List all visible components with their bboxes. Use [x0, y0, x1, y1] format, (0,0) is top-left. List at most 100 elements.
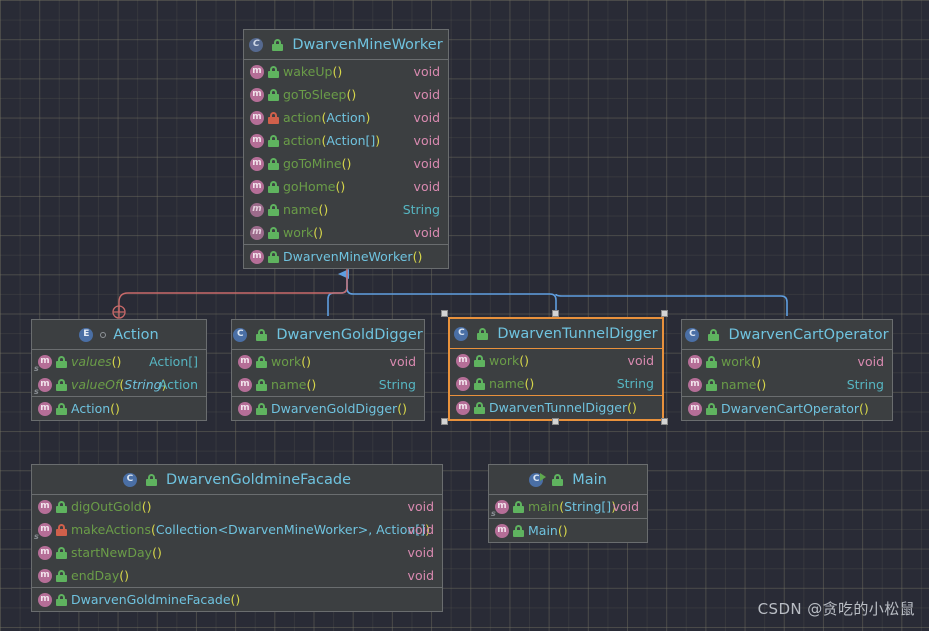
member-args: () — [412, 249, 423, 264]
class-node-dwarvengolddigger[interactable]: C DwarvenGoldDigger m work() void m name()… — [231, 319, 425, 421]
paren-close: ) — [375, 133, 381, 148]
member-return-type: Action[] — [149, 354, 198, 369]
member-name: valueOf — [71, 377, 120, 392]
methods-section: m s values() Action[] m s valueOf(String) Ac… — [32, 350, 206, 396]
member-row[interactable]: m DwarvenGoldmineFacade() — [32, 588, 442, 611]
member-name: goHome — [283, 179, 336, 194]
member-row[interactable]: m goToSleep() void — [244, 83, 448, 106]
member-row[interactable]: m name() String — [682, 373, 892, 396]
constructors-section: m DwarvenCartOperator() — [682, 396, 892, 420]
member-row[interactable]: m action(Action[]) void — [244, 129, 448, 152]
member-name: name — [721, 377, 757, 392]
public-lock-icon — [474, 377, 485, 390]
uml-diagram-canvas[interactable]: C DwarvenMineWorker m wakeUp() void m goTo… — [0, 0, 929, 631]
member-row[interactable]: m s valueOf(String) Action — [32, 373, 206, 396]
class-node-dwarventunneldigger[interactable]: C DwarvenTunnelDigger m work() void m name… — [448, 317, 664, 421]
node-title: DwarvenGoldmineFacade — [165, 471, 352, 488]
class-node-main[interactable]: C Main m s main(String[]) void m Main() — [488, 464, 648, 543]
member-row[interactable]: m name() String — [232, 373, 424, 396]
member-row[interactable]: m DwarvenGoldDigger() — [232, 397, 424, 420]
selection-handle-bottom-center[interactable] — [552, 418, 559, 425]
abstract-class-icon: C — [249, 37, 264, 52]
member-args: () — [306, 377, 317, 392]
method-icon: m — [38, 545, 52, 560]
public-lock-icon — [474, 401, 485, 414]
public-lock-icon — [56, 402, 67, 415]
member-return-type: void — [413, 225, 440, 240]
member-row[interactable]: m work() void — [450, 349, 662, 372]
member-return-type: void — [389, 354, 416, 369]
member-row[interactable]: m DwarvenMineWorker() — [244, 245, 448, 268]
selection-handle-bottom-right[interactable] — [661, 418, 668, 425]
member-return-type: String — [378, 377, 416, 392]
member-row[interactable]: m s makeActions(Collection<DwarvenMineWork… — [32, 518, 442, 541]
class-node-dwarvencartoperator[interactable]: C DwarvenCartOperator m work() void m name… — [681, 319, 893, 421]
member-row[interactable]: m DwarvenCartOperator() — [682, 397, 892, 420]
member-row[interactable]: m Action() — [32, 397, 206, 420]
public-lock-icon — [268, 180, 279, 193]
static-badge-icon: s — [34, 531, 39, 541]
enum-node-action[interactable]: E Action m s values() Action[] m s valueOf(S… — [31, 319, 207, 421]
selection-handle-top-center[interactable] — [552, 310, 559, 317]
member-row[interactable]: m work() void — [244, 221, 448, 244]
member-row[interactable]: m work() void — [682, 350, 892, 373]
selection-handle-top-right[interactable] — [661, 310, 668, 317]
public-lock-icon — [474, 354, 485, 367]
member-return-type: Action — [158, 377, 198, 392]
public-lock-icon — [272, 38, 284, 51]
method-icon: m — [456, 353, 470, 368]
member-args: () — [313, 225, 324, 240]
node-title: DwarvenMineWorker — [292, 36, 443, 53]
member-row[interactable]: m wakeUp() void — [244, 60, 448, 83]
enum-icon: E — [79, 327, 94, 342]
member-row[interactable]: m endDay() void — [32, 564, 442, 587]
public-lock-icon — [477, 327, 489, 340]
static-badge-icon: s — [34, 363, 39, 373]
member-args: () — [346, 87, 357, 102]
member-return-type: void — [612, 499, 639, 514]
method-icon: m — [38, 568, 52, 583]
methods-section: m s main(String[]) void — [489, 495, 647, 518]
member-row[interactable]: m startNewDay() void — [32, 541, 442, 564]
member-row[interactable]: m Main() — [489, 519, 647, 542]
member-row[interactable]: m goHome() void — [244, 175, 448, 198]
method-icon: m — [456, 400, 470, 415]
class-node-dwarvenmineworker[interactable]: C DwarvenMineWorker m wakeUp() void m goTo… — [243, 29, 449, 269]
member-name: name — [271, 377, 307, 392]
member-row[interactable]: m name() String — [450, 372, 662, 395]
public-lock-icon — [513, 524, 524, 537]
member-row[interactable]: m s values() Action[] — [32, 350, 206, 373]
member-return-type: void — [407, 499, 434, 514]
member-args: () — [119, 568, 129, 583]
public-lock-icon — [268, 226, 279, 239]
member-row[interactable]: m s main(String[]) void — [489, 495, 647, 518]
member-name: work — [721, 354, 752, 369]
node-header: C Main — [489, 465, 647, 495]
member-row[interactable]: m DwarvenTunnelDigger() — [450, 396, 662, 419]
public-lock-icon — [256, 402, 267, 415]
member-row[interactable]: m action(Action) void — [244, 106, 448, 129]
class-node-dwarvengoldminefacade[interactable]: C DwarvenGoldmineFacade m digOutGold() vo… — [31, 464, 443, 612]
method-icon: m — [38, 499, 52, 514]
member-row[interactable]: m work() void — [232, 350, 424, 373]
private-lock-icon — [56, 523, 67, 536]
node-header: C DwarvenGoldDigger — [232, 320, 424, 350]
method-icon: m — [250, 64, 264, 79]
constructors-section: m Main() — [489, 518, 647, 542]
selection-handle-bottom-left[interactable] — [441, 418, 448, 425]
selection-handle-top-left[interactable] — [441, 310, 448, 317]
member-name: DwarvenTunnelDigger — [489, 400, 628, 415]
public-lock-icon — [56, 546, 67, 559]
member-row[interactable]: m digOutGold() void — [32, 495, 442, 518]
method-icon: m — [250, 249, 264, 264]
member-return-type: void — [407, 568, 434, 583]
member-return-type: void — [857, 354, 884, 369]
edge-inheritance-tunneldigger — [346, 274, 557, 314]
method-icon: m — [456, 376, 470, 391]
member-args: String[] — [564, 499, 612, 514]
member-row[interactable]: m goToMine() void — [244, 152, 448, 175]
public-lock-icon — [268, 250, 279, 263]
public-lock-icon — [268, 203, 279, 216]
node-title: DwarvenGoldDigger — [276, 326, 423, 343]
member-row[interactable]: m name() String — [244, 198, 448, 221]
